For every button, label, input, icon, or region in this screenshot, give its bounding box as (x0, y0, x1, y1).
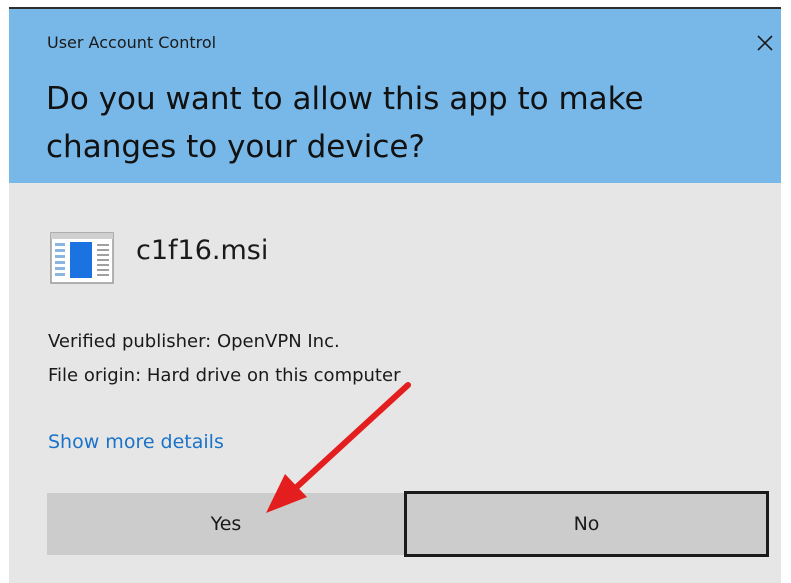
show-more-details-link[interactable]: Show more details (48, 431, 224, 453)
verified-publisher: Verified publisher: OpenVPN Inc. (48, 331, 340, 352)
dialog-title: User Account Control (47, 33, 217, 52)
screenshot-frame: User Account Control Do you want to allo… (0, 0, 791, 583)
dialog-question: Do you want to allow this app to make ch… (46, 81, 644, 165)
app-name: c1f16.msi (136, 235, 269, 266)
uac-dialog: User Account Control Do you want to allo… (9, 7, 781, 583)
close-icon (757, 35, 773, 51)
file-origin: File origin: Hard drive on this computer (48, 365, 401, 386)
installer-icon (50, 232, 114, 284)
no-button[interactable]: No (404, 491, 769, 557)
yes-button[interactable]: Yes (47, 493, 405, 555)
close-button[interactable] (747, 25, 781, 61)
dialog-header: User Account Control Do you want to allo… (9, 9, 781, 183)
